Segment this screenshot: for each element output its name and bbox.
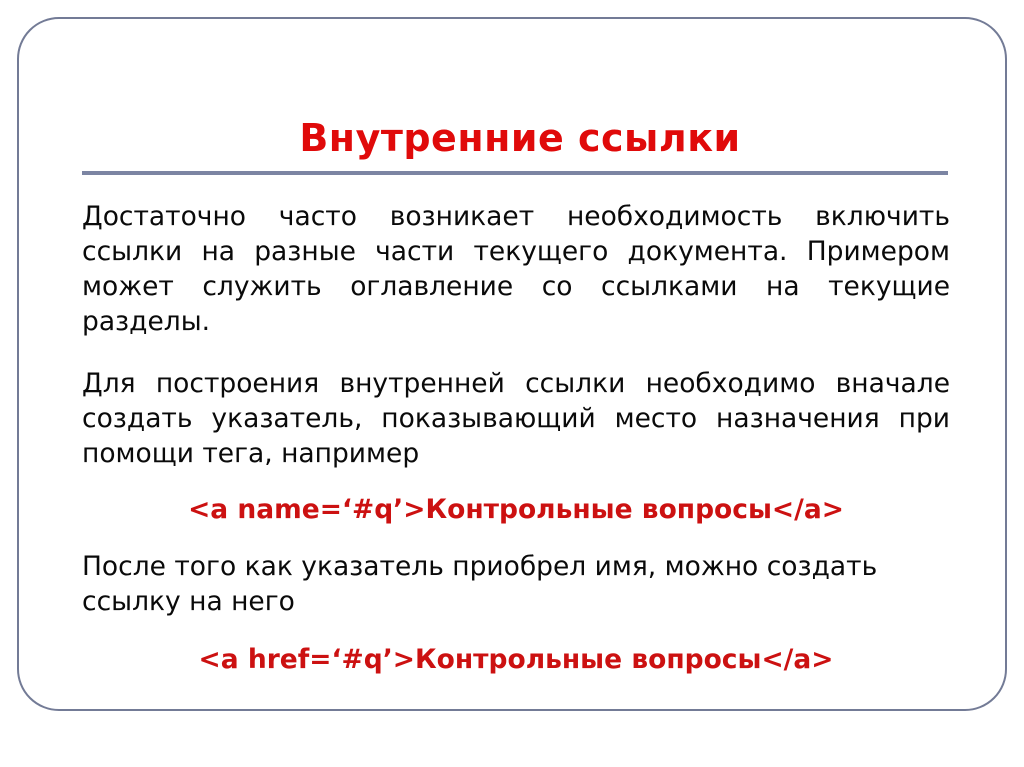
paragraph-intro: Достаточно часто возникает необходимость… [82,201,950,337]
paragraph-anchor-instructions: Для построения внутренней ссылки необход… [82,368,950,469]
paragraph-link-instructions: После того как указатель приобрел имя, м… [82,551,878,617]
code-example-anchor-name: <a name=‘#q’>Контрольные вопросы</a> [188,494,844,525]
slide: Внутренние ссылки Достаточно часто возни… [0,0,1024,767]
slide-body: Достаточно часто возникает необходимость… [82,199,950,677]
page-title: Внутренние ссылки [299,116,741,160]
title-divider [82,171,948,175]
slide-content: Внутренние ссылки Достаточно часто возни… [82,116,950,677]
code-example-anchor-href: <a href=‘#q’>Контрольные вопросы</a> [198,644,834,675]
